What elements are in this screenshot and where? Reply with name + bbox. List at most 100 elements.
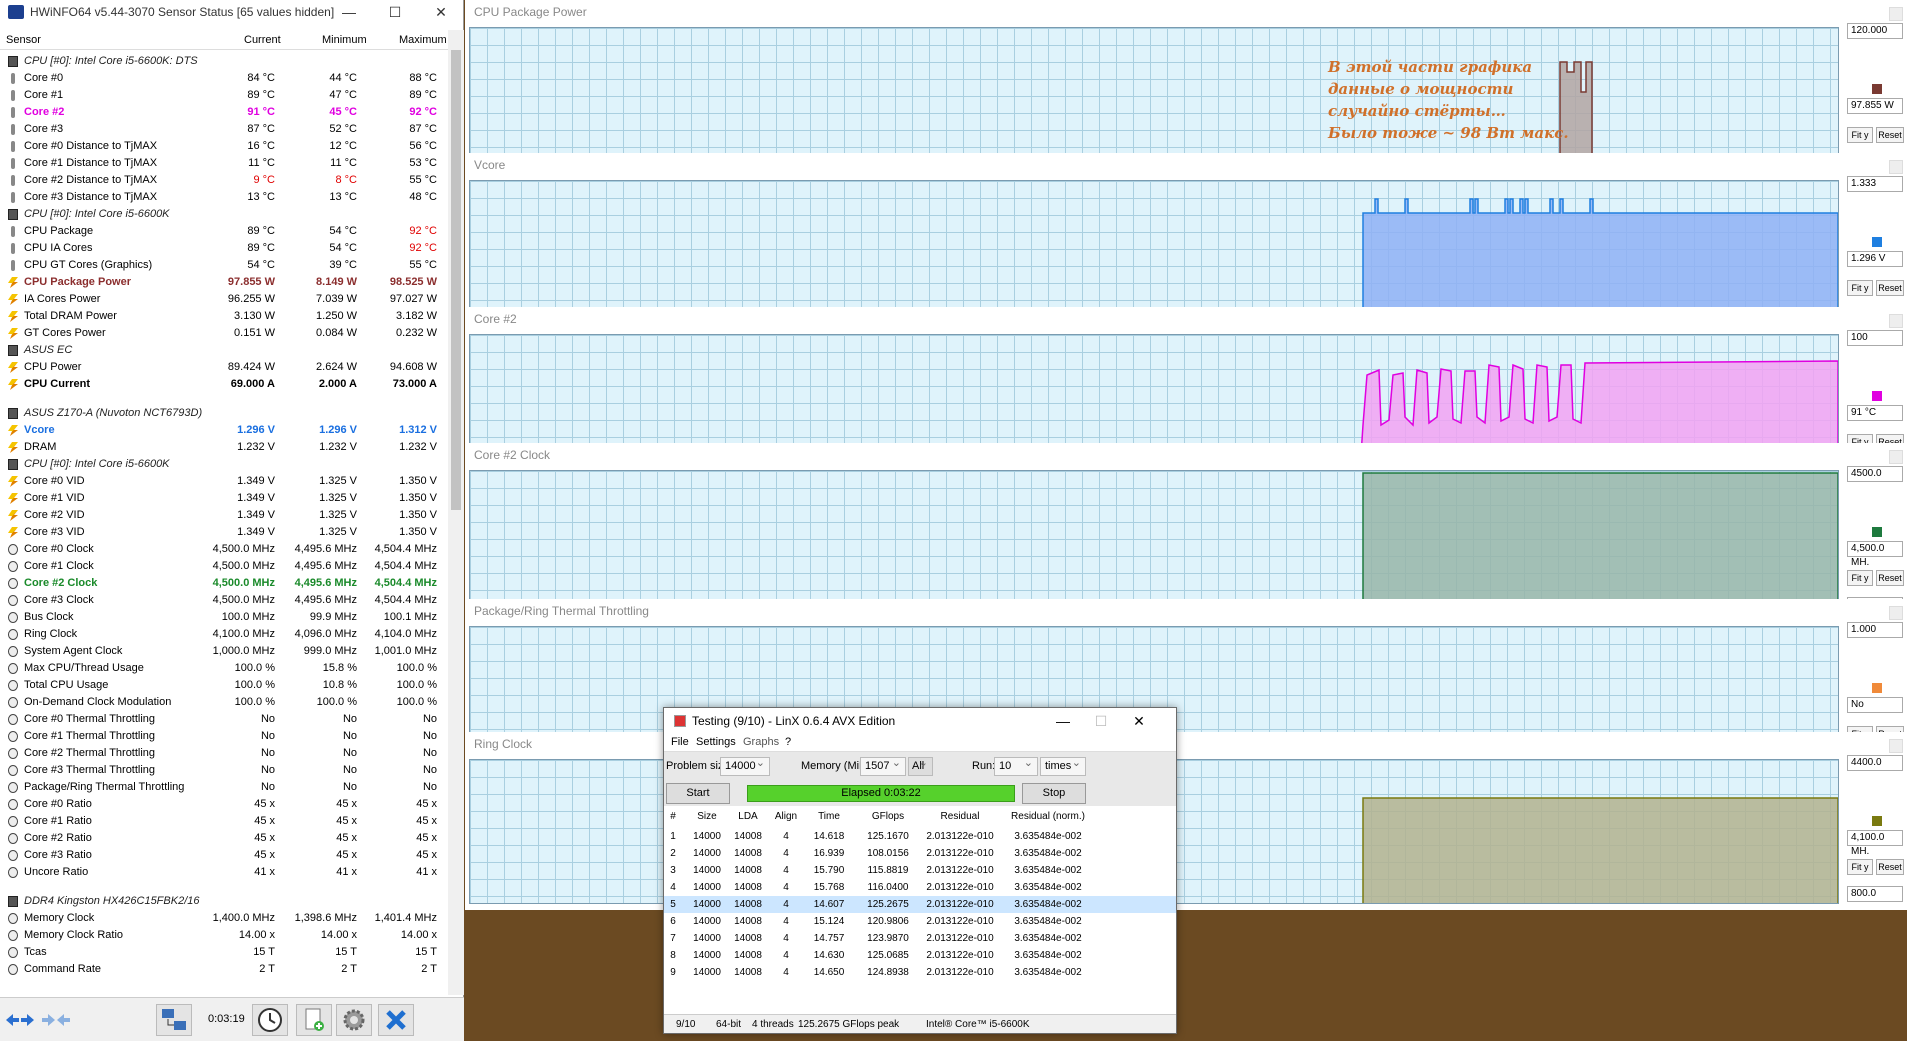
series-color-swatch[interactable] (1872, 84, 1882, 94)
sensor-row[interactable]: Core #1 Thermal Throttling No No No (0, 728, 448, 745)
sensor-row[interactable]: Core #2 VID 1.349 V 1.325 V 1.350 V (0, 507, 448, 524)
sensor-row[interactable]: Core #0 Thermal Throttling No No No (0, 711, 448, 728)
sensor-row[interactable]: Uncore Ratio 41 x 41 x 41 x (0, 864, 448, 881)
sensor-row[interactable]: Tcas 15 T 15 T 15 T (0, 944, 448, 961)
sensor-row[interactable]: GT Cores Power 0.151 W 0.084 W 0.232 W (0, 325, 448, 342)
graph-close-icon[interactable] (1889, 606, 1903, 620)
problem-size-select[interactable]: 14000 (720, 755, 770, 776)
run-count-select[interactable]: 10 (994, 755, 1038, 776)
linx-maximize-icon[interactable]: ☐ (1082, 708, 1120, 734)
results-column-header[interactable]: Residual (920, 806, 1000, 828)
graph-max-value[interactable]: 120.000 (1847, 23, 1903, 39)
sensor-group[interactable]: CPU [#0]: Intel Core i5-6600K (0, 456, 448, 473)
reset-button[interactable]: Reset (1876, 280, 1904, 296)
sensor-row[interactable]: Core #3 87 °C 52 °C 87 °C (0, 121, 448, 138)
sensor-row[interactable]: Core #1 Ratio 45 x 45 x 45 x (0, 813, 448, 830)
collapse-arrows-icon[interactable] (40, 1008, 72, 1032)
sensor-row[interactable]: CPU Power 89.424 W 2.624 W 94.608 W (0, 359, 448, 376)
sensor-group[interactable]: ASUS Z170-A (Nuvoton NCT6793D) (0, 405, 448, 422)
results-row[interactable]: 5 14000 14008 4 14.607 125.2675 2.013122e-010 3… (664, 896, 1176, 913)
sensor-row[interactable]: Core #3 Ratio 45 x 45 x 45 x (0, 847, 448, 864)
results-row[interactable]: 6 14000 14008 4 15.124 120.9806 2.013122e-010 3… (664, 913, 1176, 930)
graph-max-value[interactable]: 1.333 (1847, 176, 1903, 192)
sensor-row[interactable]: Total CPU Usage 100.0 % 10.8 % 100.0 % (0, 677, 448, 694)
sensor-group[interactable]: ASUS EC (0, 342, 448, 359)
run-unit-select[interactable]: times (1040, 755, 1086, 776)
graph-close-icon[interactable] (1889, 314, 1903, 328)
menu-help[interactable]: ? (785, 736, 791, 748)
sensor-row[interactable]: Vcore 1.296 V 1.296 V 1.312 V (0, 422, 448, 439)
sensor-group[interactable]: DDR4 Kingston HX426C15FBK2/16 (0, 893, 448, 910)
results-column-header[interactable]: GFlops (860, 806, 916, 828)
sensor-row[interactable]: Core #3 VID 1.349 V 1.325 V 1.350 V (0, 524, 448, 541)
series-color-swatch[interactable] (1872, 237, 1882, 247)
sensor-row[interactable]: IA Cores Power 96.255 W 7.039 W 97.027 W (0, 291, 448, 308)
menu-graphs[interactable]: Graphs (743, 736, 779, 748)
column-header-maximum[interactable]: Maximum (399, 34, 447, 46)
graph-min-value[interactable]: 800.0 (1847, 886, 1903, 902)
column-header-sensor[interactable]: Sensor (6, 34, 41, 46)
sensor-row[interactable]: Core #0 Ratio 45 x 45 x 45 x (0, 796, 448, 813)
sensor-group[interactable]: CPU [#0]: Intel Core i5-6600K (0, 206, 448, 223)
sensor-row[interactable]: CPU Current 69.000 A 2.000 A 73.000 A (0, 376, 448, 393)
fit-y-button[interactable]: Fit y (1847, 570, 1873, 586)
series-color-swatch[interactable] (1872, 683, 1882, 693)
linx-minimize-icon[interactable]: — (1044, 708, 1082, 734)
close-icon[interactable]: ✕ (418, 0, 464, 24)
series-color-swatch[interactable] (1872, 527, 1882, 537)
column-header-minimum[interactable]: Minimum (322, 34, 367, 46)
add-report-icon[interactable] (296, 1004, 332, 1036)
sensor-row[interactable]: Core #2 Thermal Throttling No No No (0, 745, 448, 762)
arrows-icon[interactable] (4, 1008, 36, 1032)
graph-close-icon[interactable] (1889, 450, 1903, 464)
sensor-row[interactable]: DRAM 1.232 V 1.232 V 1.232 V (0, 439, 448, 456)
sensor-row[interactable]: Max CPU/Thread Usage 100.0 % 15.8 % 100.0 % (0, 660, 448, 677)
graph-close-icon[interactable] (1889, 739, 1903, 753)
graph-close-icon[interactable] (1889, 160, 1903, 174)
sensor-row[interactable]: Core #1 Clock 4,500.0 MHz 4,495.6 MHz 4,504… (0, 558, 448, 575)
sensor-row[interactable]: Bus Clock 100.0 MHz 99.9 MHz 100.1 MHz (0, 609, 448, 626)
stop-button[interactable]: Stop (1022, 783, 1086, 804)
sensor-row[interactable]: Core #2 Ratio 45 x 45 x 45 x (0, 830, 448, 847)
menu-settings[interactable]: Settings (696, 736, 736, 748)
sensor-row[interactable]: Core #2 91 °C 45 °C 92 °C (0, 104, 448, 121)
results-column-header[interactable]: Time (804, 806, 854, 828)
column-header-current[interactable]: Current (244, 34, 281, 46)
sensor-row[interactable]: Ring Clock 4,100.0 MHz 4,096.0 MHz 4,104.0 … (0, 626, 448, 643)
fit-y-button[interactable]: Fit y (1847, 280, 1873, 296)
fit-y-button[interactable]: Fit y (1847, 859, 1873, 875)
sensor-row[interactable]: Core #0 84 °C 44 °C 88 °C (0, 70, 448, 87)
results-row[interactable]: 1 14000 14008 4 14.618 125.1670 2.013122e-010 3… (664, 828, 1176, 845)
results-row[interactable]: 8 14000 14008 4 14.630 125.0685 2.013122e-010 3… (664, 947, 1176, 964)
sensor-row[interactable]: Core #3 Thermal Throttling No No No (0, 762, 448, 779)
reset-button[interactable]: Reset (1876, 859, 1904, 875)
network-icon[interactable] (156, 1004, 192, 1036)
sensor-row[interactable]: Core #2 Clock 4,500.0 MHz 4,495.6 MHz 4,504… (0, 575, 448, 592)
sensor-row[interactable]: Memory Clock 1,400.0 MHz 1,398.6 MHz 1,401.… (0, 910, 448, 927)
scrollbar-thumb[interactable] (451, 50, 461, 510)
sensor-row[interactable]: Core #0 Distance to TjMAX 16 °C 12 °C 56 °C (0, 138, 448, 155)
graph-max-value[interactable]: 1.000 (1847, 622, 1903, 638)
clock-icon[interactable] (252, 1004, 288, 1036)
series-color-swatch[interactable] (1872, 816, 1882, 826)
memory-select[interactable]: 1507 (860, 755, 906, 776)
minimize-icon[interactable]: — (326, 0, 372, 24)
gear-icon[interactable] (336, 1004, 372, 1036)
fit-y-button[interactable]: Fit y (1847, 127, 1873, 143)
close-sensors-icon[interactable] (378, 1004, 414, 1036)
sensor-row[interactable]: CPU Package 89 °C 54 °C 92 °C (0, 223, 448, 240)
sensor-row[interactable]: Package/Ring Thermal Throttling No No No (0, 779, 448, 796)
results-column-header[interactable]: Align (772, 806, 800, 828)
sensor-row[interactable]: On-Demand Clock Modulation 100.0 % 100.0 %… (0, 694, 448, 711)
sensor-row[interactable]: Command Rate 2 T 2 T 2 T (0, 961, 448, 978)
sensor-row[interactable]: Core #0 VID 1.349 V 1.325 V 1.350 V (0, 473, 448, 490)
sensor-row[interactable]: CPU Package Power 97.855 W 8.149 W 98.525 W (0, 274, 448, 291)
linx-close-icon[interactable]: ✕ (1120, 708, 1158, 734)
start-button[interactable]: Start (666, 783, 730, 804)
results-column-header[interactable]: Size (690, 806, 724, 828)
graph-max-value[interactable]: 4500.0 (1847, 466, 1903, 482)
menu-file[interactable]: File (671, 736, 689, 748)
sensor-row[interactable]: Core #1 VID 1.349 V 1.325 V 1.350 V (0, 490, 448, 507)
reset-button[interactable]: Reset (1876, 570, 1904, 586)
results-row[interactable]: 9 14000 14008 4 14.650 124.8938 2.013122e-010 3… (664, 964, 1176, 981)
